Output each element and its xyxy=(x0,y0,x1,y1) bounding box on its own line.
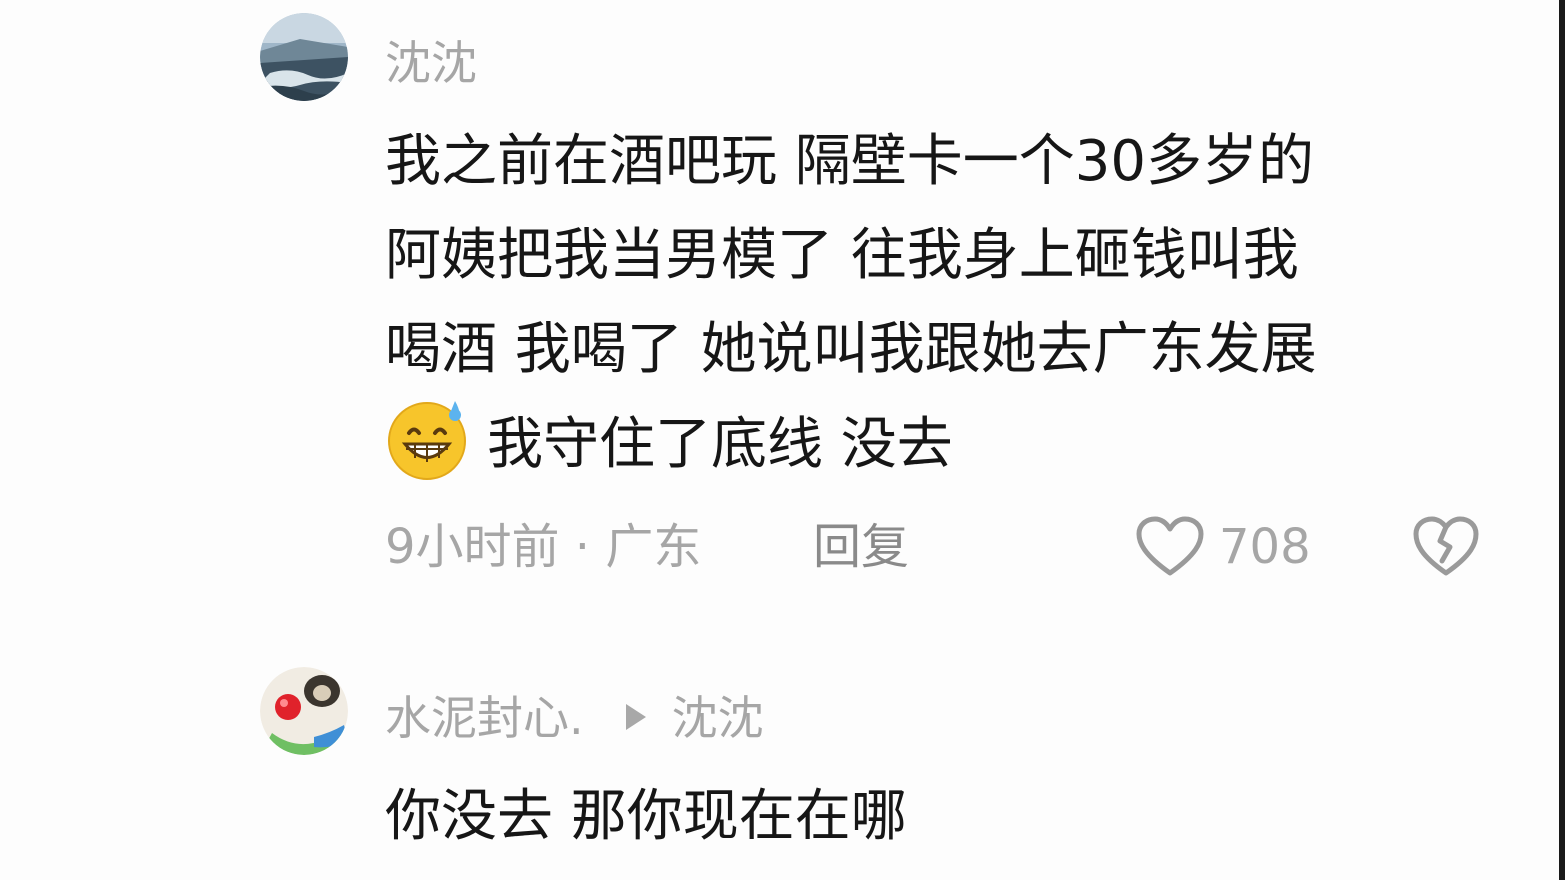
comment-line: 我之前在酒吧玩 隔壁卡一个30多岁的 xyxy=(385,129,1315,194)
comment-line: 你没去 那你现在在哪 xyxy=(385,784,907,849)
window-edge xyxy=(1559,0,1565,880)
time-location: 9小时前 · 广东 xyxy=(385,519,702,575)
reply-to-username[interactable]: 沈沈 xyxy=(672,691,764,745)
comment-thread: 沈沈 我之前在酒吧玩 隔壁卡一个30多岁的 阿姨把我当男模了 往我身上砸钱叫我 … xyxy=(0,0,1565,880)
cartoon-avatar-icon xyxy=(260,667,348,755)
grinning-sweat-emoji-icon xyxy=(388,401,466,480)
like-count: 708 xyxy=(1219,519,1311,575)
comment-line: 阿姨把我当男模了 往我身上砸钱叫我 xyxy=(385,223,1299,288)
user-avatar[interactable] xyxy=(260,13,348,101)
like-button[interactable]: 708 xyxy=(1135,515,1311,579)
broken-heart-icon xyxy=(1413,516,1479,576)
username[interactable]: 沈沈 xyxy=(385,35,477,91)
comment-line: 我守住了底线 没去 xyxy=(487,412,953,477)
reply-button[interactable]: 回复 xyxy=(813,515,909,579)
reply-header: 水泥封心. 沈沈 xyxy=(385,690,764,746)
reply-arrow-icon xyxy=(625,704,646,730)
username[interactable]: 水泥封心. xyxy=(385,691,584,745)
comment-line: 喝酒 我喝了 她说叫我跟她去广东发展 xyxy=(385,317,1317,382)
landscape-avatar-icon xyxy=(260,13,348,101)
user-avatar[interactable] xyxy=(260,667,348,755)
dislike-button[interactable] xyxy=(1412,515,1480,579)
heart-icon xyxy=(1136,516,1204,576)
comment-meta: 9小时前 · 广东 回复 xyxy=(385,515,909,579)
comment-line-with-emoji: 我守住了底线 没去 xyxy=(385,397,1485,492)
comment-body: 你没去 那你现在在哪 xyxy=(385,770,1485,864)
comment-body: 我之前在酒吧玩 隔壁卡一个30多岁的 阿姨把我当男模了 往我身上砸钱叫我 喝酒 … xyxy=(385,115,1485,492)
